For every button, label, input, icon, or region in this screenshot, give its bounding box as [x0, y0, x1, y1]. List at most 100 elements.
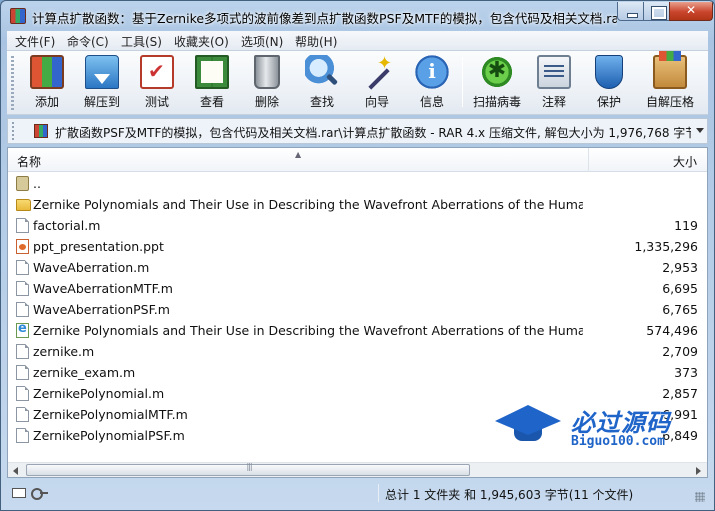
sort-ascending-icon: ▲ [295, 150, 302, 159]
folder-icon [16, 199, 31, 211]
shield-icon [595, 55, 623, 89]
address-grip[interactable] [12, 122, 28, 140]
info-icon [415, 55, 449, 89]
extract-to-label: 解压到 [83, 95, 120, 109]
comment-label: 注释 [541, 95, 566, 109]
test-icon [140, 55, 174, 89]
watermark-title: 必过源码 [571, 409, 671, 437]
list-item[interactable]: Zernike Polynomials and Their Use in Des… [8, 194, 707, 215]
file-name: WaveAberration.m [33, 260, 150, 275]
file-name: .. [33, 176, 41, 191]
file-icon [16, 260, 29, 275]
comment-icon [537, 55, 571, 89]
comment-button[interactable]: 注释 [528, 53, 580, 111]
address-dropdown-icon[interactable] [696, 128, 704, 133]
file-name: Zernike Polynomials and Their Use in Des… [33, 323, 583, 338]
column-name-header[interactable]: 名称 [17, 153, 41, 170]
file-size: 373 [674, 365, 698, 380]
close-button[interactable] [669, 2, 713, 21]
html-file-icon [16, 321, 29, 338]
virus-scan-label: 扫描病毒 [472, 95, 521, 109]
menu-help[interactable]: 帮助(H) [295, 33, 337, 50]
protect-label: 保护 [596, 95, 621, 109]
list-item[interactable]: WaveAberration.m 2,953 [8, 257, 707, 278]
file-icon [16, 365, 29, 380]
parent-folder-icon [16, 176, 29, 191]
wizard-wand-icon [360, 53, 394, 89]
file-size: 119 [674, 218, 698, 233]
extract-to-button[interactable]: 解压到 [76, 53, 128, 111]
wizard-label: 向导 [364, 95, 389, 109]
menu-options[interactable]: 选项(N) [241, 33, 283, 50]
view-book-icon [195, 55, 229, 89]
file-size: 2,709 [662, 344, 698, 359]
sfx-label: 自解压格 [645, 95, 694, 109]
find-label: 查找 [309, 95, 334, 109]
file-size: 2,953 [662, 260, 698, 275]
column-size-header[interactable]: 大小 [588, 148, 707, 172]
address-bar[interactable]: 扩散函数PSF及MTF的模拟，包含代码及相关文档.rar\计算点扩散函数 - R… [7, 118, 708, 144]
menu-file[interactable]: 文件(F) [15, 33, 55, 50]
list-item[interactable]: WaveAberrationPSF.m 6,765 [8, 299, 707, 320]
list-item[interactable]: ppt_presentation.ppt 1,335,296 [8, 236, 707, 257]
list-item[interactable]: factorial.m 119 [8, 215, 707, 236]
minimize-button[interactable] [617, 2, 644, 21]
list-item[interactable]: zernike.m 2,709 [8, 341, 707, 362]
status-separator [378, 484, 379, 502]
sfx-icon [653, 51, 687, 89]
list-item[interactable]: zernike_exam.m 373 [8, 362, 707, 383]
horizontal-scrollbar[interactable] [8, 462, 707, 477]
delete-label: 删除 [254, 95, 279, 109]
menu-tools[interactable]: 工具(S) [121, 33, 162, 50]
title-bar[interactable]: 计算点扩散函数：基于Zernike多项式的波前像差到点扩散函数PSF及MTF的模… [1, 1, 714, 31]
protect-button[interactable]: 保护 [583, 53, 635, 111]
add-button[interactable]: 添加 [21, 53, 73, 111]
delete-button[interactable]: 删除 [241, 53, 293, 111]
file-name: zernike.m [33, 344, 95, 359]
file-size: 1,335,296 [634, 239, 698, 254]
trash-icon [254, 55, 280, 89]
scrollbar-thumb[interactable] [26, 462, 471, 476]
file-name: WaveAberrationPSF.m [33, 302, 170, 317]
graduation-cap-icon [495, 405, 561, 443]
file-size: 574,496 [646, 323, 698, 338]
file-name: zernike_exam.m [33, 365, 136, 380]
scroll-right-icon[interactable] [691, 464, 706, 477]
sfx-button[interactable]: 自解压格 [640, 51, 700, 111]
list-item[interactable]: Zernike Polynomials and Their Use in Des… [8, 320, 707, 341]
file-name: WaveAberrationMTF.m [33, 281, 173, 296]
file-icon [16, 302, 29, 317]
status-summary: 总计 1 文件夹 和 1,945,603 字节(11 个文件) [385, 488, 634, 502]
info-label: 信息 [419, 95, 444, 109]
list-header: 名称 ▲ 大小 [8, 148, 707, 172]
file-icon [16, 428, 29, 443]
view-button[interactable]: 查看 [186, 53, 238, 111]
wizard-button[interactable]: 向导 [351, 53, 403, 111]
menu-favorites[interactable]: 收藏夹(O) [174, 33, 229, 50]
file-name: ppt_presentation.ppt [33, 239, 164, 254]
file-name: ZernikePolynomial.m [33, 386, 165, 401]
toolbar-grip[interactable] [11, 56, 14, 110]
add-label: 添加 [34, 95, 59, 109]
resize-grip-icon[interactable] [695, 492, 705, 502]
scroll-left-icon[interactable] [9, 464, 24, 477]
winrar-app-icon[interactable] [10, 8, 26, 24]
info-button[interactable]: 信息 [406, 53, 458, 111]
menu-bar: 文件(F) 命令(C) 工具(S) 收藏夹(O) 选项(N) 帮助(H) [7, 31, 708, 51]
file-icon [16, 407, 29, 422]
maximize-button[interactable] [643, 2, 670, 21]
address-path[interactable]: 扩散函数PSF及MTF的模拟，包含代码及相关文档.rar\计算点扩散函数 - R… [55, 124, 691, 141]
virus-scan-button[interactable]: 扫描病毒 [469, 53, 525, 111]
toolbar-separator [462, 57, 463, 107]
toolbar: 添加 解压到 测试 查看 删除 查找 向导 信息 [7, 51, 708, 115]
menu-commands[interactable]: 命令(C) [67, 33, 109, 50]
file-icon [16, 218, 29, 233]
file-name: Zernike Polynomials and Their Use in Des… [33, 197, 583, 212]
find-button[interactable]: 查找 [296, 53, 348, 111]
test-button[interactable]: 测试 [131, 53, 183, 111]
list-item-parent[interactable]: .. [8, 173, 707, 194]
magnifier-icon [305, 55, 339, 89]
list-item[interactable]: WaveAberrationMTF.m 6,695 [8, 278, 707, 299]
key-icon[interactable] [31, 487, 48, 500]
drive-icon[interactable] [12, 488, 26, 498]
